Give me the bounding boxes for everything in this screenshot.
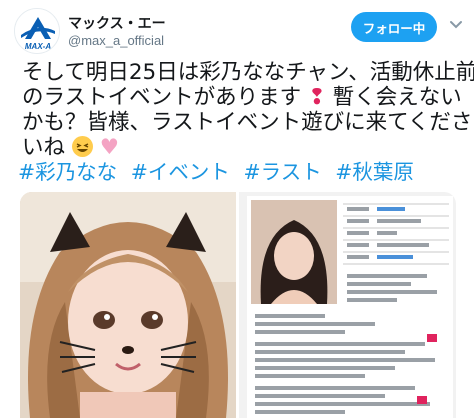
tweet-header: MAX-A マックス・エー @max_a_official フォロー中 bbox=[0, 0, 474, 56]
tweet-line-3: かも？皆様、ラストイベント遊びに来てくださ bbox=[22, 110, 473, 135]
tweet-text: そして明日25日は彩乃ななチャン、活動休止前 のラストイベントがあります ❢ 暫… bbox=[22, 60, 474, 160]
two-hearts-icon: ♥ bbox=[99, 135, 119, 160]
hashtag-link[interactable]: #イベント bbox=[131, 160, 230, 184]
event-flyer-photo[interactable] bbox=[239, 192, 456, 418]
tweet-line-2: のラストイベントがあります ❢ 暫く会えない bbox=[22, 85, 462, 110]
media-gallery bbox=[20, 192, 456, 418]
avatar[interactable]: MAX-A bbox=[14, 8, 60, 54]
selfie-photo[interactable] bbox=[20, 192, 236, 418]
svg-text:MAX-A: MAX-A bbox=[25, 42, 51, 51]
exclamation-icon: ❢ bbox=[307, 85, 326, 110]
following-button[interactable]: フォロー中 bbox=[351, 12, 437, 42]
hashtag-link[interactable]: #秋葉原 bbox=[335, 160, 414, 184]
tweet-line-1: そして明日25日は彩乃ななチャン、活動休止前 bbox=[22, 60, 474, 85]
hashtag-link[interactable]: #ラスト bbox=[243, 160, 321, 184]
tweet-line-4-text: いね bbox=[22, 135, 66, 160]
hashtag-list: #彩乃なな #イベント #ラスト #秋葉原 bbox=[18, 160, 421, 185]
tweet-line-4: いね ♥ bbox=[22, 135, 462, 160]
max-a-logo: MAX-A bbox=[15, 9, 59, 53]
display-name[interactable]: マックス・エー bbox=[68, 13, 166, 33]
tweet-line-2-text: のラストイベントがあります bbox=[22, 85, 302, 110]
chevron-down-icon[interactable] bbox=[446, 15, 466, 35]
flyer-document bbox=[247, 196, 453, 418]
hashtag-link[interactable]: #彩乃なな bbox=[18, 160, 117, 184]
user-handle[interactable]: @max_a_official bbox=[68, 33, 164, 48]
tweet-line-2-tail: 暫く会えない bbox=[332, 85, 462, 110]
smile-icon bbox=[71, 136, 93, 157]
